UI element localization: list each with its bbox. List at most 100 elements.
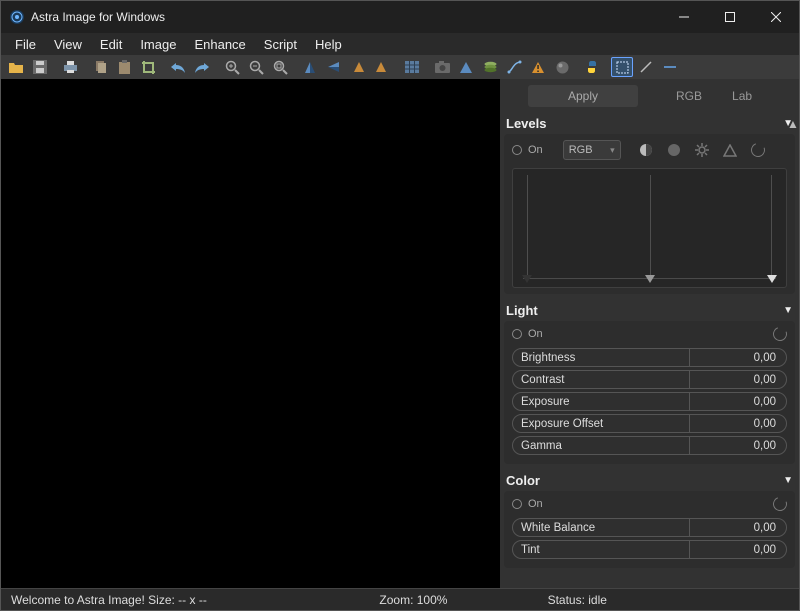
redo-icon[interactable] bbox=[191, 57, 213, 77]
tab-lab[interactable]: Lab bbox=[720, 85, 764, 107]
menu-view[interactable]: View bbox=[46, 35, 90, 54]
zoom-out-icon[interactable] bbox=[245, 57, 267, 77]
maximize-button[interactable] bbox=[707, 1, 753, 33]
rotate-r-icon[interactable] bbox=[371, 57, 393, 77]
levels-histogram[interactable] bbox=[512, 168, 787, 288]
color-on-label: On bbox=[528, 498, 543, 510]
reset-icon[interactable] bbox=[748, 141, 767, 160]
menu-enhance[interactable]: Enhance bbox=[186, 35, 253, 54]
flip-v-icon[interactable] bbox=[323, 57, 345, 77]
light-panel: On Brightness 0,00 Contrast 0,00 Exposur… bbox=[504, 321, 795, 464]
panel-scroll-up-icon[interactable]: ▲ bbox=[787, 117, 797, 127]
levels-gray-handle[interactable] bbox=[645, 275, 655, 285]
rotate-l-icon[interactable] bbox=[347, 57, 369, 77]
menu-script[interactable]: Script bbox=[256, 35, 305, 54]
panel-tab-row: Apply RGB Lab bbox=[500, 79, 799, 111]
levels-channel-value: RGB bbox=[569, 144, 593, 156]
triangle-icon[interactable] bbox=[723, 144, 737, 157]
levels-panel: On RGB ▾ bbox=[504, 134, 795, 294]
toolbar bbox=[1, 55, 799, 79]
color-on-toggle[interactable] bbox=[512, 499, 522, 509]
light-panel-header[interactable]: Light ▼ bbox=[500, 300, 799, 321]
light-param-row[interactable]: Brightness 0,00 bbox=[512, 348, 787, 367]
light-param-row[interactable]: Exposure 0,00 bbox=[512, 392, 787, 411]
levels-icon-row bbox=[639, 143, 765, 157]
menu-edit[interactable]: Edit bbox=[92, 35, 130, 54]
light-on-toggle[interactable] bbox=[512, 329, 522, 339]
main-area: Apply RGB Lab ▲ Levels ▼ On RGB bbox=[1, 79, 799, 588]
warning-icon[interactable] bbox=[527, 57, 549, 77]
layers-icon[interactable] bbox=[479, 57, 501, 77]
light-param-value[interactable]: 0,00 bbox=[690, 371, 786, 388]
minimize-button[interactable] bbox=[661, 1, 707, 33]
window-title: Astra Image for Windows bbox=[31, 10, 165, 24]
light-param-name: Exposure Offset bbox=[513, 415, 690, 432]
dash-icon[interactable] bbox=[659, 57, 681, 77]
app-icon bbox=[9, 9, 25, 25]
levels-on-toggle[interactable] bbox=[512, 145, 522, 155]
color-param-name: Tint bbox=[513, 541, 690, 558]
light-param-name: Brightness bbox=[513, 349, 690, 366]
levels-white-handle[interactable] bbox=[767, 275, 777, 285]
curve-icon[interactable] bbox=[503, 57, 525, 77]
marquee-icon[interactable] bbox=[611, 57, 633, 77]
menu-image[interactable]: Image bbox=[132, 35, 184, 54]
light-on-label: On bbox=[528, 328, 543, 340]
light-param-value[interactable]: 0,00 bbox=[690, 393, 786, 410]
levels-panel-header[interactable]: Levels ▼ bbox=[500, 113, 799, 134]
levels-channel-select[interactable]: RGB ▾ bbox=[563, 140, 621, 160]
zoom-fit-icon[interactable] bbox=[269, 57, 291, 77]
light-param-value[interactable]: 0,00 bbox=[690, 415, 786, 432]
color-param-row[interactable]: Tint 0,00 bbox=[512, 540, 787, 559]
color-param-value[interactable]: 0,00 bbox=[690, 519, 786, 536]
light-param-value[interactable]: 0,00 bbox=[690, 349, 786, 366]
print-icon[interactable] bbox=[59, 57, 81, 77]
color-panel: On White Balance 0,00 Tint 0,00 bbox=[504, 491, 795, 568]
light-param-value[interactable]: 0,00 bbox=[690, 437, 786, 454]
save-icon[interactable] bbox=[29, 57, 51, 77]
camera-icon[interactable] bbox=[431, 57, 453, 77]
status-zoom: Zoom: 100% bbox=[279, 593, 547, 607]
close-button[interactable] bbox=[753, 1, 799, 33]
color-param-value[interactable]: 0,00 bbox=[690, 541, 786, 558]
light-param-name: Contrast bbox=[513, 371, 690, 388]
half-moon-icon[interactable] bbox=[639, 143, 653, 157]
menu-bar: File View Edit Image Enhance Script Help bbox=[1, 33, 799, 55]
menu-help[interactable]: Help bbox=[307, 35, 350, 54]
apply-button[interactable]: Apply bbox=[528, 85, 638, 107]
open-icon[interactable] bbox=[5, 57, 27, 77]
zoom-in-icon[interactable] bbox=[221, 57, 243, 77]
color-param-row[interactable]: White Balance 0,00 bbox=[512, 518, 787, 537]
crop-icon[interactable] bbox=[137, 57, 159, 77]
line-icon[interactable] bbox=[635, 57, 657, 77]
levels-black-handle[interactable] bbox=[522, 275, 532, 285]
gear-icon[interactable] bbox=[695, 143, 709, 157]
reset-icon[interactable] bbox=[771, 325, 790, 344]
color-title: Color bbox=[506, 473, 540, 488]
python-icon[interactable] bbox=[581, 57, 603, 77]
light-param-row[interactable]: Contrast 0,00 bbox=[512, 370, 787, 389]
levels-on-label: On bbox=[528, 144, 543, 156]
side-panel: Apply RGB Lab ▲ Levels ▼ On RGB bbox=[500, 79, 799, 588]
light-param-row[interactable]: Gamma 0,00 bbox=[512, 436, 787, 455]
light-param-row[interactable]: Exposure Offset 0,00 bbox=[512, 414, 787, 433]
title-bar: Astra Image for Windows bbox=[1, 1, 799, 33]
copy-icon[interactable] bbox=[89, 57, 111, 77]
grid-icon[interactable] bbox=[401, 57, 423, 77]
reset-icon[interactable] bbox=[771, 495, 790, 514]
tab-rgb[interactable]: RGB bbox=[664, 85, 714, 107]
pyramid-icon[interactable] bbox=[455, 57, 477, 77]
flip-h-icon[interactable] bbox=[299, 57, 321, 77]
image-canvas[interactable] bbox=[1, 79, 500, 588]
paste-icon[interactable] bbox=[113, 57, 135, 77]
color-panel-header[interactable]: Color ▼ bbox=[500, 470, 799, 491]
color-param-name: White Balance bbox=[513, 519, 690, 536]
sphere-icon[interactable] bbox=[551, 57, 573, 77]
chevron-down-icon: ▾ bbox=[610, 145, 615, 156]
circle-icon[interactable] bbox=[667, 143, 681, 157]
light-title: Light bbox=[506, 303, 538, 318]
menu-file[interactable]: File bbox=[7, 35, 44, 54]
status-right: Status: idle bbox=[548, 593, 789, 607]
title-bar-left: Astra Image for Windows bbox=[9, 9, 165, 25]
undo-icon[interactable] bbox=[167, 57, 189, 77]
